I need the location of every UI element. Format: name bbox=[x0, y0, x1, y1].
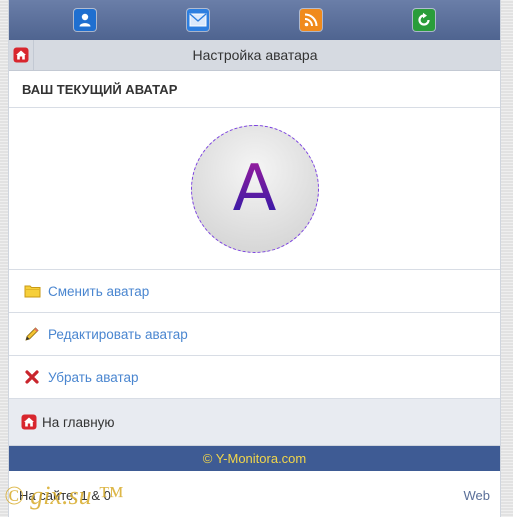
home-link-label: На главную bbox=[42, 414, 115, 430]
avatar-letter: A bbox=[232, 151, 277, 226]
online-count[interactable]: На сайте: 1 & 0 bbox=[19, 488, 111, 503]
status-row: На сайте: 1 & 0 Web bbox=[9, 471, 500, 517]
remove-avatar-label: Убрать аватар bbox=[48, 369, 139, 385]
user-icon[interactable] bbox=[74, 9, 97, 31]
web-version-link[interactable]: Web bbox=[464, 488, 491, 503]
page-frame: Настройка аватара ВАШ ТЕКУЩИЙ АВАТАР A С… bbox=[8, 0, 501, 517]
change-avatar-label: Сменить аватар bbox=[48, 283, 150, 299]
remove-avatar-link[interactable]: Убрать аватар bbox=[9, 356, 500, 399]
page-titlebar: Настройка аватара bbox=[9, 40, 500, 71]
change-avatar-link[interactable]: Сменить аватар bbox=[9, 270, 500, 313]
pencil-icon bbox=[23, 325, 41, 343]
folder-icon bbox=[23, 282, 41, 300]
remove-icon bbox=[23, 368, 41, 386]
section-title: ВАШ ТЕКУЩИЙ АВАТАР bbox=[9, 71, 500, 108]
rss-icon[interactable] bbox=[299, 9, 322, 31]
avatar-container: A bbox=[9, 108, 500, 270]
home-link[interactable]: На главную bbox=[9, 399, 500, 446]
home-icon bbox=[21, 414, 37, 430]
mail-icon[interactable] bbox=[187, 9, 210, 31]
page-title: Настройка аватара bbox=[192, 47, 318, 63]
footer-copyright[interactable]: © Y-Monitora.com bbox=[203, 451, 307, 466]
refresh-icon[interactable] bbox=[412, 9, 435, 31]
home-icon[interactable] bbox=[9, 40, 34, 70]
footer-copyright-bar: © Y-Monitora.com bbox=[9, 446, 500, 471]
edit-avatar-label: Редактировать аватар bbox=[48, 326, 188, 342]
edit-avatar-link[interactable]: Редактировать аватар bbox=[9, 313, 500, 356]
avatar: A bbox=[190, 124, 319, 253]
top-navigation bbox=[9, 0, 500, 40]
